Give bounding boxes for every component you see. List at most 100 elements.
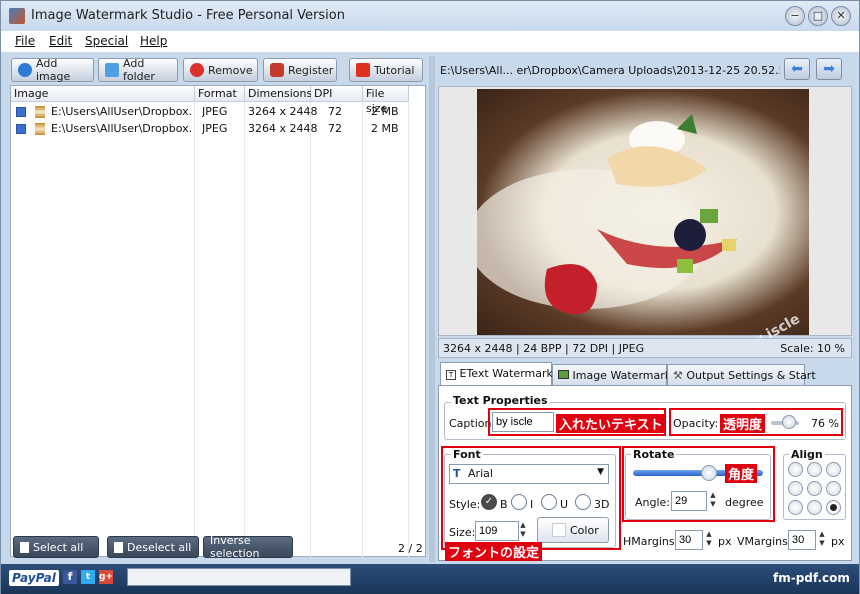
google-plus-icon[interactable]: g+ [99,570,113,584]
align-option[interactable] [826,481,841,496]
add-image-button[interactable]: Add image [11,57,94,83]
column-header-file-size[interactable]: File size [363,86,409,115]
column-header-image[interactable]: Image [11,86,195,102]
column-header-dimensions[interactable]: Dimensions [245,86,312,102]
angle-spinner[interactable]: ▲ ▼ [707,491,719,511]
next-image-button[interactable]: ➡ [816,58,842,80]
paypal-badge[interactable]: PayPal [9,570,59,586]
angle-input[interactable] [671,491,707,511]
angle-label: Angle: [635,496,671,509]
align-option[interactable] [788,462,803,477]
register-label: Register [288,63,334,77]
row-checkbox[interactable] [16,107,26,117]
hmargins-spinner[interactable]: ▲ ▼ [703,530,715,550]
tab-text-watermark[interactable]: T EText Watermark [440,362,553,386]
color-swatch [552,523,566,537]
align-option[interactable] [826,500,841,515]
select-all-button[interactable]: Select all [13,536,99,558]
column-header-format[interactable]: Format [195,86,245,102]
row-format: JPEG [202,122,228,135]
font-size-spinner[interactable]: ▲ ▼ [517,521,529,541]
tab-strip: T EText Watermark Image Watermark ⚒ Outp… [438,362,852,386]
facebook-icon[interactable]: f [63,570,77,584]
tab-output-settings[interactable]: ⚒ Output Settings & Start [667,364,816,386]
app-icon [9,8,25,24]
menu-help[interactable]: Help [140,34,167,48]
3d-checkbox[interactable] [575,494,591,510]
vmargins-spinner[interactable]: ▲ ▼ [816,530,828,550]
image-info-bar: 3264 x 2448 | 24 BPP | 72 DPI | JPEG Sca… [438,338,852,358]
align-option[interactable] [788,500,803,515]
hmargins-input[interactable] [675,530,703,550]
align-option[interactable] [807,481,822,496]
select-all-label: Select all [33,540,84,554]
select-icon [20,541,29,553]
preview-photo: by iscle [477,89,809,354]
maximize-button[interactable]: □ [808,6,828,26]
chevron-down-icon: ▼ [597,467,604,477]
title-bar: Image Watermark Studio - Free Personal V… [1,1,859,31]
vmargins-label: VMargins: [737,535,792,548]
table-row[interactable]: E:\Users\AllUser\Dropbox... JPEG 3264 x … [11,104,407,121]
register-button[interactable]: Register [263,58,337,82]
column-divider [362,86,363,558]
previous-image-button[interactable]: ⬅ [784,58,810,80]
rotate-note: 角度 [725,464,758,483]
folder-icon [105,63,119,77]
align-option[interactable] [807,462,822,477]
font-size-input[interactable] [475,521,519,541]
image-path: E:\Users\All... er\Dropbox\Camera Upload… [440,64,780,77]
column-header-dpi[interactable]: DPI [311,86,363,102]
color-button[interactable]: Color [537,517,609,543]
close-button[interactable]: ✕ [831,6,851,26]
play-icon [356,63,370,77]
menu-file[interactable]: File [15,34,35,48]
angle-unit: degree [725,496,764,509]
site-link[interactable]: fm-pdf.com [773,571,850,585]
table-row[interactable]: E:\Users\AllUser\Dropbox... JPEG 3264 x … [11,121,407,138]
align-option[interactable] [826,462,841,477]
deselect-all-button[interactable]: Deselect all [107,536,199,558]
style-label: Style: [449,498,481,511]
deselect-icon [114,541,123,553]
add-folder-button[interactable]: Add folder [98,57,178,83]
tab-image-watermark-label: Image Watermark [572,369,672,382]
remove-button[interactable]: Remove [183,58,258,82]
font-icon: T [453,467,461,480]
inverse-selection-button[interactable]: Inverse selection [203,534,293,560]
menu-edit[interactable]: Edit [49,34,72,48]
plus-icon [18,63,32,77]
row-dpi: 72 [328,105,342,118]
row-dpi: 72 [328,122,342,135]
row-path: E:\Users\AllUser\Dropbox... [51,105,191,118]
row-checkbox[interactable] [16,124,26,134]
menu-special[interactable]: Special [85,34,128,48]
window-title: Image Watermark Studio - Free Personal V… [31,8,345,23]
splitter-handle[interactable] [429,56,435,562]
image-info: 3264 x 2448 | 24 BPP | 72 DPI | JPEG [443,342,645,355]
italic-checkbox[interactable] [511,494,527,510]
text-watermark-settings: Text Properties Caption: 入れたいテキスト Opacit… [438,385,852,561]
add-folder-label: Add folder [123,57,155,83]
opacity-slider-handle[interactable] [781,415,796,429]
align-option[interactable] [788,481,803,496]
align-title: Align [789,448,825,461]
tab-image-watermark[interactable]: Image Watermark [552,364,671,386]
font-family-select[interactable]: T Arial ▼ [449,464,609,484]
file-panel: Add image Add folder Remove Register Tut… [7,56,429,562]
row-dimensions: 3264 x 2448 [248,105,318,118]
tutorial-button[interactable]: Tutorial [349,58,423,82]
font-title: Font [451,448,483,461]
twitter-icon[interactable]: t [81,570,95,584]
minimize-button[interactable]: − [785,6,805,26]
caption-note: 入れたいテキスト [556,414,666,433]
vmargins-input[interactable] [788,530,816,550]
align-option[interactable] [807,500,822,515]
bold-checkbox[interactable]: ✓ [481,494,497,510]
status-bar: PayPal f t g+ fm-pdf.com [1,564,859,594]
dessert-illustration [477,114,737,315]
scale-readout: Scale: 10 % [780,342,845,355]
caption-input[interactable] [492,412,554,432]
file-list[interactable]: Image Format Dimensions DPI File size E:… [10,85,426,558]
underline-checkbox[interactable] [541,494,557,510]
